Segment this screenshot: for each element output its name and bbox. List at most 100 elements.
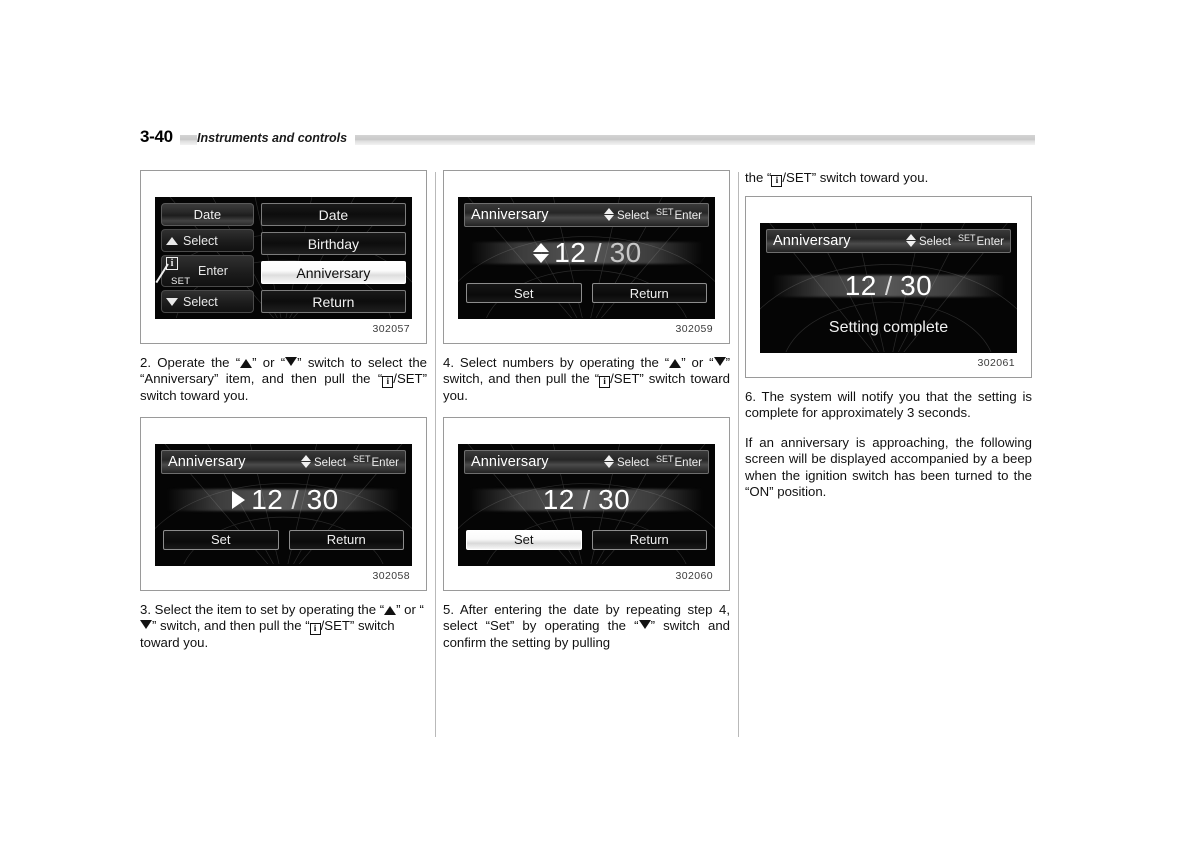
lcd-anniversary-updown-display: Anniversary Select SET Enter 12 / 30 Set… <box>458 197 715 319</box>
return-button[interactable]: Return <box>591 283 707 303</box>
step5cont-part-b: /SET” switch toward you. <box>782 170 929 185</box>
column-divider-2 <box>738 172 739 737</box>
info-icon: i <box>382 376 394 389</box>
hint-group: Select SET Enter <box>906 233 1005 248</box>
date-month[interactable]: 12 <box>251 485 283 514</box>
anniversary-title: Anniversary <box>471 453 549 470</box>
step5cont-part-a: the “ <box>745 170 772 185</box>
info-set-icon: i SET <box>155 256 195 287</box>
set-button[interactable]: Set <box>163 529 279 550</box>
lcd-anniversary-marker-display: Anniversary Select SET Enter 12 / 30 Set… <box>155 443 412 566</box>
set-text: SET <box>171 276 191 287</box>
triangle-down-icon <box>140 620 152 630</box>
date-row: 12 / 30 <box>543 485 631 514</box>
return-button[interactable]: Return <box>288 529 404 550</box>
anniversary-title: Anniversary <box>168 453 246 470</box>
step-2-text: 2. Operate the “” or “” switch to select… <box>140 355 427 405</box>
column-2: Anniversary Select SET Enter 12 / 30 Set… <box>443 170 730 651</box>
hint-set-label: SET <box>655 453 674 464</box>
hint-enter-label: Enter <box>371 456 400 469</box>
triangle-down-icon <box>713 357 726 366</box>
menu-item-date[interactable]: Date <box>260 203 406 226</box>
anniversary-title-bar: Anniversary Select SET Enter <box>464 449 709 474</box>
figure-id-302059: 302059 <box>675 323 713 335</box>
menu-item-anniversary[interactable]: Anniversary <box>260 261 406 284</box>
anniversary-title-bar: Anniversary Select SET Enter <box>464 203 709 227</box>
hint-group: Select SET Enter <box>301 453 400 469</box>
date-day[interactable]: 30 <box>610 239 642 267</box>
lcd-button-row: Set Return <box>464 529 709 550</box>
info-icon: i <box>309 623 321 636</box>
hint-enter-label: Enter <box>674 456 703 469</box>
switch-enter-label: Enter <box>198 264 228 278</box>
date-stepper[interactable] <box>531 243 551 263</box>
menu-item-return[interactable]: Return <box>260 290 406 313</box>
switch-down-label: Select <box>183 294 218 309</box>
triangle-down-icon <box>638 620 651 630</box>
date-zone: 12 / 30 <box>161 474 406 526</box>
step-6-and-note-text: 6. The system will notify you that the s… <box>745 389 1032 500</box>
hint-set-label: SET <box>957 233 976 243</box>
figure-menu-screen: Date Select i SET Enter Select Date Birt… <box>140 170 427 344</box>
setting-complete-message: Setting complete <box>828 319 949 336</box>
date-day: 30 <box>900 270 933 301</box>
set-button[interactable]: Set <box>466 283 582 303</box>
switch-up-label: Select <box>183 233 218 248</box>
date-day[interactable]: 30 <box>598 485 630 514</box>
anniversary-title: Anniversary <box>773 233 851 249</box>
switch-title-label: Date <box>193 207 222 222</box>
switch-down-select[interactable]: Select <box>161 290 254 313</box>
date-month[interactable]: 12 <box>543 485 575 514</box>
anniversary-title: Anniversary <box>471 207 549 223</box>
step4-part-b: ” or “ <box>681 355 714 370</box>
step-3-text: 3. Select the item to set by operating t… <box>140 602 427 652</box>
return-button[interactable]: Return <box>591 529 707 550</box>
date-row: 12 / 30 <box>531 239 642 267</box>
lcd-button-row: Set Return <box>464 283 709 303</box>
triangle-down-icon <box>166 297 178 306</box>
figure-id-302057: 302057 <box>372 323 410 335</box>
date-zone: 12 / 30 <box>766 259 1011 313</box>
step-6-paragraph: 6. The system will notify you that the s… <box>745 389 1032 421</box>
step3-part-a: 3. Select the item to set by operating t… <box>140 601 385 617</box>
set-button[interactable]: Set <box>466 529 582 550</box>
page-number: 3-40 <box>140 126 180 148</box>
up-down-arrows-icon <box>906 234 917 247</box>
triangle-up-icon <box>669 359 682 368</box>
anniversary-title-bar: Anniversary Select SET Enter <box>161 449 406 474</box>
menu-item-birthday[interactable]: Birthday <box>260 232 406 255</box>
date-row: 12 / 30 <box>845 272 933 300</box>
triangle-down-icon <box>285 357 298 366</box>
figure-setting-complete: Anniversary Select SET Enter 12 / 30 Set… <box>745 196 1032 378</box>
date-zone: 12 / 30 <box>464 474 709 526</box>
step4-part-a: 4. Select numbers by operating the “ <box>443 355 670 370</box>
date-separator: / <box>594 238 602 268</box>
hint-set-label: SET <box>655 207 674 217</box>
hint-select-label: Select <box>617 456 649 469</box>
hint-group: Select SET Enter <box>604 453 703 469</box>
menu-list: Date Birthday Anniversary Return <box>258 197 412 319</box>
date-month[interactable]: 12 <box>554 239 586 267</box>
step2-part-a: 2. Operate the “ <box>140 355 241 370</box>
section-title: Instruments and controls <box>197 129 356 147</box>
hint-select-label: Select <box>314 456 346 469</box>
slash-glyph <box>155 263 169 284</box>
date-day[interactable]: 30 <box>307 485 339 514</box>
hint-select-label: Select <box>617 210 649 222</box>
hint-set-label: SET <box>352 453 371 464</box>
triangle-up-icon <box>166 236 178 245</box>
page-header: 3-40 Instruments and controls <box>140 126 1040 152</box>
switch-info-set-enter[interactable]: i SET Enter <box>155 255 254 287</box>
date-separator: / <box>291 484 299 515</box>
info-icon: i <box>599 376 611 389</box>
hint-enter-label: Enter <box>976 236 1005 248</box>
up-down-arrows-icon <box>533 243 550 263</box>
step3-part-b: ” or “ <box>396 601 424 617</box>
switch-up-select[interactable]: Select <box>161 229 254 252</box>
step-5-continuation-text: the “i/SET” switch toward you. <box>745 170 1032 187</box>
lcd-menu-display: Date Select i SET Enter Select Date Birt… <box>155 197 412 319</box>
column-divider-1 <box>435 172 436 737</box>
triangle-up-icon <box>384 605 397 615</box>
switch-title-key[interactable]: Date <box>161 203 254 226</box>
up-down-arrows-icon <box>604 454 615 468</box>
